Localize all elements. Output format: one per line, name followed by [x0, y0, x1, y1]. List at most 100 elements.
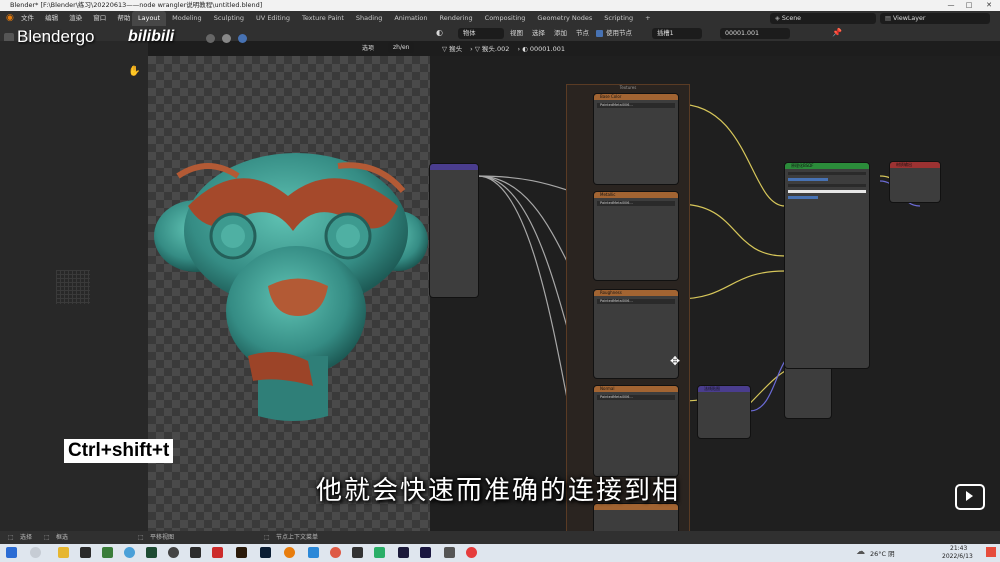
search-icon[interactable] — [30, 547, 41, 558]
photoshop-icon[interactable] — [260, 547, 271, 558]
menu-node[interactable]: 节点 — [576, 26, 589, 41]
tab-uv-editing[interactable]: UV Editing — [250, 11, 296, 26]
app-icon-4[interactable] — [190, 547, 201, 558]
tab-geometry-nodes[interactable]: Geometry Nodes — [531, 11, 598, 26]
tab-sculpting[interactable]: Sculpting — [208, 11, 250, 26]
menu-edit[interactable]: 编辑 — [45, 14, 58, 22]
tab-compositing[interactable]: Compositing — [479, 11, 532, 26]
clock-date[interactable]: 2022/6/13 — [942, 553, 973, 560]
material-slot-dropdown[interactable]: 插槽1 — [652, 28, 702, 39]
wechat-icon[interactable] — [374, 547, 385, 558]
node-editor[interactable]: ▽ 猴头 › ▽ 猴头.002 › ◐ 00001.001 Textures B… — [430, 45, 1000, 536]
material-icon: › ◐ — [517, 45, 530, 53]
app-icon-7[interactable] — [444, 547, 455, 558]
tab-shading[interactable]: Shading — [350, 11, 388, 26]
tab-modeling[interactable]: Modeling — [166, 11, 208, 26]
material-output-node[interactable]: 材质输出 — [890, 162, 940, 202]
window-title: Blender* [F:\Blender\练习\20220613——node w… — [10, 1, 263, 9]
add-workspace-button[interactable]: + — [639, 11, 656, 26]
breadcrumb-material[interactable]: 00001.001 — [530, 45, 565, 53]
object-type-dropdown[interactable]: 物体 — [458, 28, 504, 39]
input-method-icon[interactable] — [986, 547, 996, 557]
menu-render[interactable]: 渲染 — [69, 14, 82, 22]
material-name-field[interactable]: 00001.001 — [720, 28, 790, 39]
image-texture-node-a[interactable]: Base Color PaintedMetal006... — [594, 94, 678, 184]
windows-start-icon[interactable] — [6, 547, 17, 558]
output-header: 材质输出 — [890, 162, 940, 168]
mouse-box-icon: ⬚ — [44, 534, 50, 541]
app-icon-5[interactable] — [212, 547, 223, 558]
image-texture-node-e[interactable] — [594, 504, 678, 534]
image-texture-node-c[interactable]: Roughness PaintedMetal006... — [594, 290, 678, 378]
node-editor-header: ◐ 物体 视图 选择 添加 节点 使用节点 插槽1 00001.001 📌 — [430, 26, 1000, 41]
material-name: 00001.001 — [725, 30, 760, 37]
mapping-node[interactable] — [430, 164, 478, 297]
app-icon-6[interactable] — [352, 547, 363, 558]
blender-taskbar-icon[interactable] — [284, 547, 295, 558]
viewlayer-selector[interactable]: ▤ ViewLayer — [880, 13, 990, 24]
shading-mode-buttons[interactable] — [206, 28, 248, 47]
scene-selector[interactable]: ◈ Scene — [770, 13, 876, 24]
viewport-canvas — [148, 56, 430, 531]
premiere-icon[interactable] — [398, 547, 409, 558]
pycharm-icon[interactable] — [146, 547, 157, 558]
weather-text[interactable]: 26°C 阴 — [870, 548, 895, 558]
tab-texture-paint[interactable]: Texture Paint — [296, 11, 350, 26]
record-icon[interactable] — [466, 547, 477, 558]
menu-view[interactable]: 视图 — [510, 26, 523, 41]
object-type-label: 物体 — [463, 30, 476, 37]
scene-icon: ◈ — [775, 15, 782, 22]
menu-help[interactable]: 帮助 — [117, 14, 130, 22]
use-nodes-checkbox[interactable] — [596, 30, 603, 37]
hand-pan-icon[interactable]: ✋ — [128, 66, 140, 77]
status-context: 节点上下文菜单 — [276, 534, 319, 541]
options-dropdown[interactable]: 选项 — [362, 43, 374, 52]
tex-c-header: Roughness — [594, 290, 678, 296]
image-name-field[interactable]: PaintedMetal006... — [597, 201, 675, 206]
tex-d-header: Normal — [594, 386, 678, 392]
tab-rendering[interactable]: Rendering — [433, 11, 478, 26]
app-icon-3[interactable] — [168, 547, 179, 558]
edge-icon[interactable] — [308, 547, 319, 558]
notion-icon[interactable] — [80, 547, 91, 558]
menu-add[interactable]: 添加 — [554, 26, 567, 41]
menu-file[interactable]: 文件 — [21, 14, 34, 22]
scene-name: Scene — [781, 15, 802, 22]
mouse-left-icon: ⬚ — [8, 534, 14, 541]
frame-label: Textures — [619, 85, 637, 90]
image-texture-node-d[interactable]: Normal PaintedMetal006... — [594, 386, 678, 476]
menu-select[interactable]: 选择 — [532, 26, 545, 41]
lang-toggle[interactable]: zh/en — [388, 42, 415, 53]
tex-b-header: Metallic — [594, 192, 678, 198]
normal-map-node[interactable]: 法线贴图 — [698, 386, 750, 438]
maximize-button[interactable]: □ — [962, 0, 976, 11]
chrome-icon[interactable] — [330, 547, 341, 558]
bilibili-tv-icon — [955, 484, 985, 510]
tab-scripting[interactable]: Scripting — [598, 11, 639, 26]
window-titlebar: Blender* [F:\Blender\练习\20220613——node w… — [0, 0, 1000, 11]
illustrator-icon[interactable] — [236, 547, 247, 558]
image-viewport[interactable]: 选项 zh/en — [148, 42, 430, 531]
image-name-field[interactable]: PaintedMetal006... — [597, 103, 675, 108]
blender-logo-icon[interactable]: ◉ — [6, 11, 14, 26]
image-name-field[interactable]: PaintedMetal006... — [597, 299, 675, 304]
menu-window[interactable]: 窗口 — [93, 14, 106, 22]
tab-animation[interactable]: Animation — [388, 11, 433, 26]
principled-bsdf-node[interactable]: 原理化BSDF — [785, 163, 869, 368]
pin-icon[interactable]: 📌 — [832, 28, 842, 37]
bsdf-header: 原理化BSDF — [785, 163, 869, 169]
after-effects-icon[interactable] — [420, 547, 431, 558]
status-bar: ⬚ 选择 ⬚ 框选 ⬚ 平移视图 ⬚ 节点上下文菜单 — [0, 531, 1000, 544]
app-icon-1[interactable] — [102, 547, 113, 558]
breadcrumb-object[interactable]: 猴头 — [449, 45, 462, 53]
clock-time[interactable]: 21:43 — [950, 545, 967, 552]
tab-layout[interactable]: Layout — [132, 11, 167, 26]
image-name-field[interactable]: PaintedMetal006... — [597, 395, 675, 400]
app-icon-2[interactable] — [124, 547, 135, 558]
editor-type-icon[interactable]: ◐ — [436, 28, 443, 37]
close-button[interactable]: ✕ — [982, 0, 996, 11]
image-texture-node-b[interactable]: Metallic PaintedMetal006... — [594, 192, 678, 280]
file-explorer-icon[interactable] — [58, 547, 69, 558]
breadcrumb-mesh[interactable]: 猴头.002 — [482, 45, 509, 53]
minimize-button[interactable]: — — [944, 0, 958, 11]
